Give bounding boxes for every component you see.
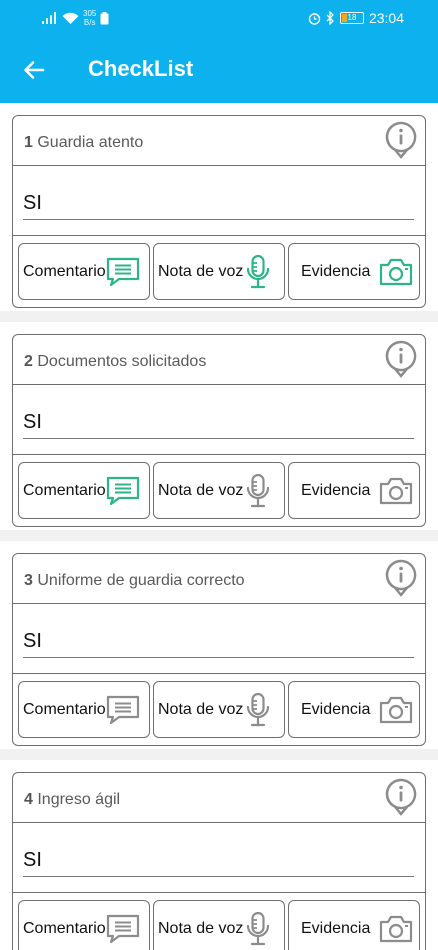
evidence-button[interactable]: Evidencia — [288, 462, 420, 519]
microphone-icon — [247, 473, 270, 507]
comment-button-label: Comentario — [23, 262, 106, 280]
action-buttons: Comentario Nota de voz Evidencia — [18, 900, 420, 950]
question-number: 4 — [24, 791, 33, 808]
comment-icon — [106, 476, 139, 505]
arrow-left-icon — [24, 61, 45, 79]
comment-button-label: Comentario — [23, 700, 106, 718]
checklist-item: 3 Uniforme de guardia correcto SI Coment… — [0, 541, 438, 760]
action-buttons: Comentario Nota de voz Evidencia — [18, 243, 420, 301]
question-label: Guardia atento — [37, 134, 144, 151]
question-label: Documentos solicitados — [37, 353, 207, 370]
app-bar: CheckList — [0, 36, 438, 103]
page-title: CheckList — [88, 56, 194, 81]
checklist-card: 1 Guardia atento SI Comentario Nota de v… — [12, 115, 426, 308]
network-speed-value: 305 — [83, 9, 97, 18]
status-right: 18 23:04 — [308, 8, 404, 28]
bluetooth-icon — [326, 11, 334, 25]
comment-icon — [106, 695, 139, 724]
microphone-icon — [247, 911, 270, 945]
voice-note-button[interactable]: Nota de voz — [153, 462, 285, 519]
question-text: 4 Ingreso ágil — [24, 791, 120, 809]
question-number: 3 — [24, 572, 33, 589]
question-row: 2 Documentos solicitados — [13, 335, 425, 385]
question-number: 1 — [24, 134, 33, 151]
info-icon[interactable] — [385, 121, 417, 159]
comment-button[interactable]: Comentario — [18, 681, 150, 738]
microphone-icon — [247, 692, 270, 726]
info-icon[interactable] — [385, 340, 417, 378]
voice-note-button-label: Nota de voz — [158, 700, 244, 718]
checklist-item: 1 Guardia atento SI Comentario Nota de v… — [0, 103, 438, 322]
comment-button-label: Comentario — [23, 481, 106, 499]
checklist-card: 3 Uniforme de guardia correcto SI Coment… — [12, 553, 426, 746]
evidence-button-label: Evidencia — [301, 700, 371, 718]
comment-button[interactable]: Comentario — [18, 900, 150, 950]
answer-row: SI — [13, 385, 425, 455]
question-text: 3 Uniforme de guardia correcto — [24, 572, 245, 590]
answer-field[interactable]: SI — [23, 628, 414, 658]
checklist[interactable]: 1 Guardia atento SI Comentario Nota de v… — [0, 103, 438, 950]
comment-button-label: Comentario — [23, 919, 106, 937]
back-button[interactable] — [20, 56, 48, 84]
battery-level: 18 — [347, 13, 357, 22]
question-row: 4 Ingreso ágil — [13, 773, 425, 823]
comment-button[interactable]: Comentario — [18, 243, 150, 300]
wifi-icon — [62, 12, 79, 24]
clipboard-icon — [100, 11, 109, 24]
camera-icon — [380, 258, 413, 285]
evidence-button-label: Evidencia — [301, 481, 371, 499]
status-bar: 305 B/s 18 23:04 — [0, 0, 438, 36]
info-icon[interactable] — [385, 778, 417, 816]
answer-field[interactable]: SI — [23, 190, 414, 220]
checklist-item: 4 Ingreso ágil SI Comentario Nota de voz… — [0, 760, 438, 950]
question-label: Ingreso ágil — [37, 791, 121, 808]
checklist-item: 2 Documentos solicitados SI Comentario N… — [0, 322, 438, 541]
evidence-button-label: Evidencia — [301, 262, 371, 280]
voice-note-button-label: Nota de voz — [158, 262, 244, 280]
voice-note-button[interactable]: Nota de voz — [153, 900, 285, 950]
battery-icon: 18 — [339, 12, 364, 24]
action-buttons: Comentario Nota de voz Evidencia — [18, 681, 420, 739]
checklist-card: 4 Ingreso ágil SI Comentario Nota de voz… — [12, 772, 426, 950]
camera-icon — [380, 915, 413, 942]
evidence-button[interactable]: Evidencia — [288, 243, 420, 300]
question-text: 1 Guardia atento — [24, 134, 143, 152]
question-label: Uniforme de guardia correcto — [37, 572, 245, 589]
answer-row: SI — [13, 823, 425, 893]
network-speed: 305 B/s — [83, 9, 96, 27]
network-speed-unit: B/s — [83, 18, 96, 27]
evidence-button-label: Evidencia — [301, 919, 371, 937]
evidence-button[interactable]: Evidencia — [288, 681, 420, 738]
status-left: 305 B/s — [42, 8, 109, 28]
camera-icon — [380, 477, 413, 504]
question-number: 2 — [24, 353, 33, 370]
voice-note-button-label: Nota de voz — [158, 481, 244, 499]
evidence-button[interactable]: Evidencia — [288, 900, 420, 950]
checklist-card: 2 Documentos solicitados SI Comentario N… — [12, 334, 426, 527]
answer-row: SI — [13, 604, 425, 674]
question-row: 1 Guardia atento — [13, 116, 425, 166]
question-text: 2 Documentos solicitados — [24, 353, 206, 371]
info-icon[interactable] — [385, 559, 417, 597]
voice-note-button-label: Nota de voz — [158, 919, 244, 937]
voice-note-button[interactable]: Nota de voz — [153, 243, 285, 300]
answer-field[interactable]: SI — [23, 847, 414, 877]
action-buttons: Comentario Nota de voz Evidencia — [18, 462, 420, 520]
microphone-icon — [247, 254, 270, 288]
answer-row: SI — [13, 166, 425, 236]
camera-icon — [380, 696, 413, 723]
comment-button[interactable]: Comentario — [18, 462, 150, 519]
clock: 23:04 — [368, 10, 404, 26]
question-row: 3 Uniforme de guardia correcto — [13, 554, 425, 604]
signal-icon — [42, 12, 56, 24]
comment-icon — [106, 257, 139, 286]
comment-icon — [106, 914, 139, 943]
answer-field[interactable]: SI — [23, 409, 414, 439]
voice-note-button[interactable]: Nota de voz — [153, 681, 285, 738]
alarm-icon — [308, 12, 321, 25]
